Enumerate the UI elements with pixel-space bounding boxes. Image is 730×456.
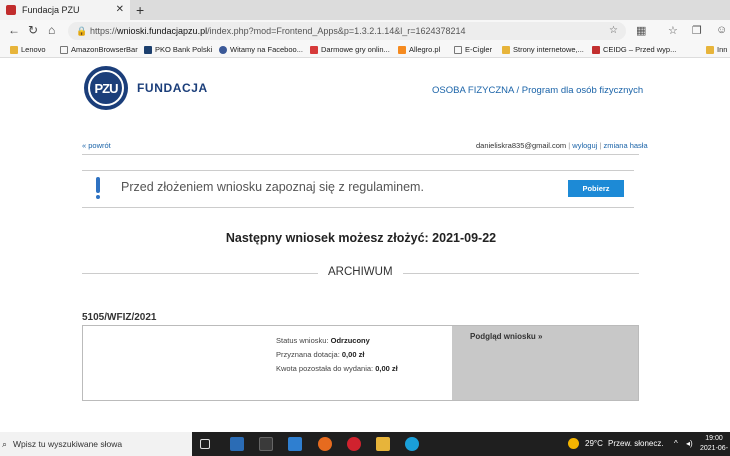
bookmark-item[interactable]: Strony internetowe,... xyxy=(502,45,584,54)
bookmark-item[interactable]: PKO Bank Polski xyxy=(144,45,212,54)
bookmark-item[interactable]: Darmowe gry onlin... xyxy=(310,45,390,54)
page-icon xyxy=(454,45,462,54)
calculator-icon[interactable] xyxy=(259,437,273,451)
folder-icon xyxy=(10,45,18,54)
preview-application-link[interactable]: Podgląd wniosku » xyxy=(470,332,542,341)
address-bar[interactable]: 🔒 https://wnioski.fundacjapzu.pl/index.p… xyxy=(68,22,626,40)
firefox-icon[interactable] xyxy=(318,437,332,451)
bookmark-item[interactable]: Lenovo xyxy=(10,45,46,54)
remaining-line: Kwota pozostała do wydania: 0,00 zł xyxy=(276,364,398,373)
back-link[interactable]: « powrót xyxy=(82,141,111,150)
application-card: Status wniosku: Odrzucony Przyznana dota… xyxy=(82,325,639,401)
bookmark-item[interactable]: E-Cigler xyxy=(454,45,492,54)
divider xyxy=(82,154,639,155)
bookmark-item[interactable]: Inn xyxy=(706,45,727,54)
opera-icon[interactable] xyxy=(347,437,361,451)
change-password-link[interactable]: zmiana hasła xyxy=(603,141,647,150)
bookmarks-bar: Lenovo AmazonBrowserBar PKO Bank Polski … xyxy=(0,42,730,58)
url-path: /index.php?mod=Frontend_Apps&p=1.3.2.1.1… xyxy=(207,26,466,36)
application-number: 5105/WFIZ/2021 xyxy=(82,312,157,323)
grant-value: 0,00 zł xyxy=(341,350,365,359)
pzu-favicon-icon xyxy=(6,5,16,15)
clock[interactable]: 19:00 2021-06- xyxy=(700,434,728,454)
search-placeholder: Wpisz tu wyszukiwane słowa xyxy=(13,439,123,449)
new-tab-icon[interactable]: + xyxy=(136,2,144,18)
download-button[interactable]: Pobierz xyxy=(568,180,624,197)
page-icon xyxy=(60,45,68,54)
games-icon xyxy=(310,45,318,54)
grant-line: Przyznana dotacja: 0,00 zł xyxy=(276,350,365,359)
mail-icon[interactable] xyxy=(288,437,302,451)
taskbar-search[interactable]: ⌕ Wpisz tu wyszukiwane słowa xyxy=(0,432,192,456)
tray-chevron-icon[interactable]: ^ xyxy=(674,432,678,456)
task-view-icon[interactable] xyxy=(200,439,210,449)
pko-icon xyxy=(144,45,152,54)
temperature: 29°C xyxy=(585,439,603,448)
allegro-icon xyxy=(398,45,406,54)
bookmark-item[interactable]: CEIDG – Przed wyp... xyxy=(592,45,676,54)
url-host: wnioski.fundacjapzu.pl xyxy=(117,26,208,36)
file-explorer-icon[interactable] xyxy=(376,437,390,451)
edge-icon[interactable] xyxy=(405,437,419,451)
favorites-icon[interactable]: ☆ xyxy=(668,24,678,37)
status-value: Odrzucony xyxy=(330,336,370,345)
profile-icon[interactable]: ☺ xyxy=(716,24,727,36)
logo-ring xyxy=(88,70,124,106)
windows-taskbar: ⌕ Wpisz tu wyszukiwane słowa 29°C Przew.… xyxy=(0,432,730,456)
brand-name: FUNDACJA xyxy=(137,81,208,95)
remaining-value: 0,00 zł xyxy=(375,364,398,373)
url-scheme: https:// xyxy=(90,26,118,36)
speaker-icon[interactable]: ◂) xyxy=(686,432,693,456)
archive-title: ARCHIWUM xyxy=(318,266,403,278)
account-bar: danieliskra835@gmail.com | wyloguj | zmi… xyxy=(476,141,648,150)
pzu-logo[interactable]: PZU xyxy=(84,66,128,110)
browser-tab-bar: Fundacja PZU ✕ + xyxy=(0,0,730,20)
back-arrow-icon[interactable]: ← xyxy=(8,23,20,37)
status-line: Status wniosku: Odrzucony xyxy=(276,336,370,345)
collections-icon[interactable]: ❐ xyxy=(692,24,702,37)
account-email: danieliskra835@gmail.com xyxy=(476,141,567,150)
ceidg-icon xyxy=(592,45,600,54)
nav-separator: / xyxy=(513,85,522,96)
nav-user-type[interactable]: OSOBA FIZYCZNA xyxy=(432,85,514,96)
refresh-icon[interactable]: ↻ xyxy=(28,23,38,37)
exclamation-icon xyxy=(96,177,100,193)
search-icon: ⌕ xyxy=(2,439,8,449)
weather-text: Przew. słonecz. xyxy=(608,439,664,448)
browser-tab[interactable]: Fundacja PZU ✕ xyxy=(0,0,130,20)
address-row: ← ↻ ⌂ 🔒 https://wnioski.fundacjapzu.pl/i… xyxy=(0,20,730,42)
favorite-star-icon[interactable]: ☆ xyxy=(609,22,618,40)
clock-time: 19:00 xyxy=(705,435,723,442)
nav-program[interactable]: Program dla osób fizycznych xyxy=(522,85,643,96)
clock-date: 2021-06- xyxy=(700,445,729,452)
preview-panel: Podgląd wniosku » xyxy=(452,326,638,400)
tab-title: Fundacja PZU xyxy=(22,5,80,15)
home-icon[interactable]: ⌂ xyxy=(48,23,55,37)
header-nav: OSOBA FIZYCZNA / Program dla osób fizycz… xyxy=(432,85,643,96)
facebook-icon xyxy=(219,45,227,54)
page-content: PZU FUNDACJA OSOBA FIZYCZNA / Program dl… xyxy=(0,58,730,432)
bookmark-item[interactable]: AmazonBrowserBar xyxy=(60,45,138,54)
extension-icon[interactable]: ▦ xyxy=(636,24,646,37)
weather-sun-icon[interactable] xyxy=(568,438,579,449)
logout-link[interactable]: wyloguj xyxy=(572,141,597,150)
close-tab-icon[interactable]: ✕ xyxy=(116,4,124,15)
bookmark-item[interactable]: Witamy na Faceboo... xyxy=(219,45,303,54)
regulations-notice: Przed złożeniem wniosku zapoznaj się z r… xyxy=(82,170,634,208)
monitor-app-icon[interactable] xyxy=(230,437,244,451)
folder-icon xyxy=(502,45,510,54)
lock-icon: 🔒 xyxy=(76,26,88,36)
folder-icon xyxy=(706,45,714,54)
next-application-date: Następny wniosek możesz złożyć: 2021-09-… xyxy=(225,231,497,245)
notice-text: Przed złożeniem wniosku zapoznaj się z r… xyxy=(121,180,424,194)
bookmark-item[interactable]: Allegro.pl xyxy=(398,45,440,54)
